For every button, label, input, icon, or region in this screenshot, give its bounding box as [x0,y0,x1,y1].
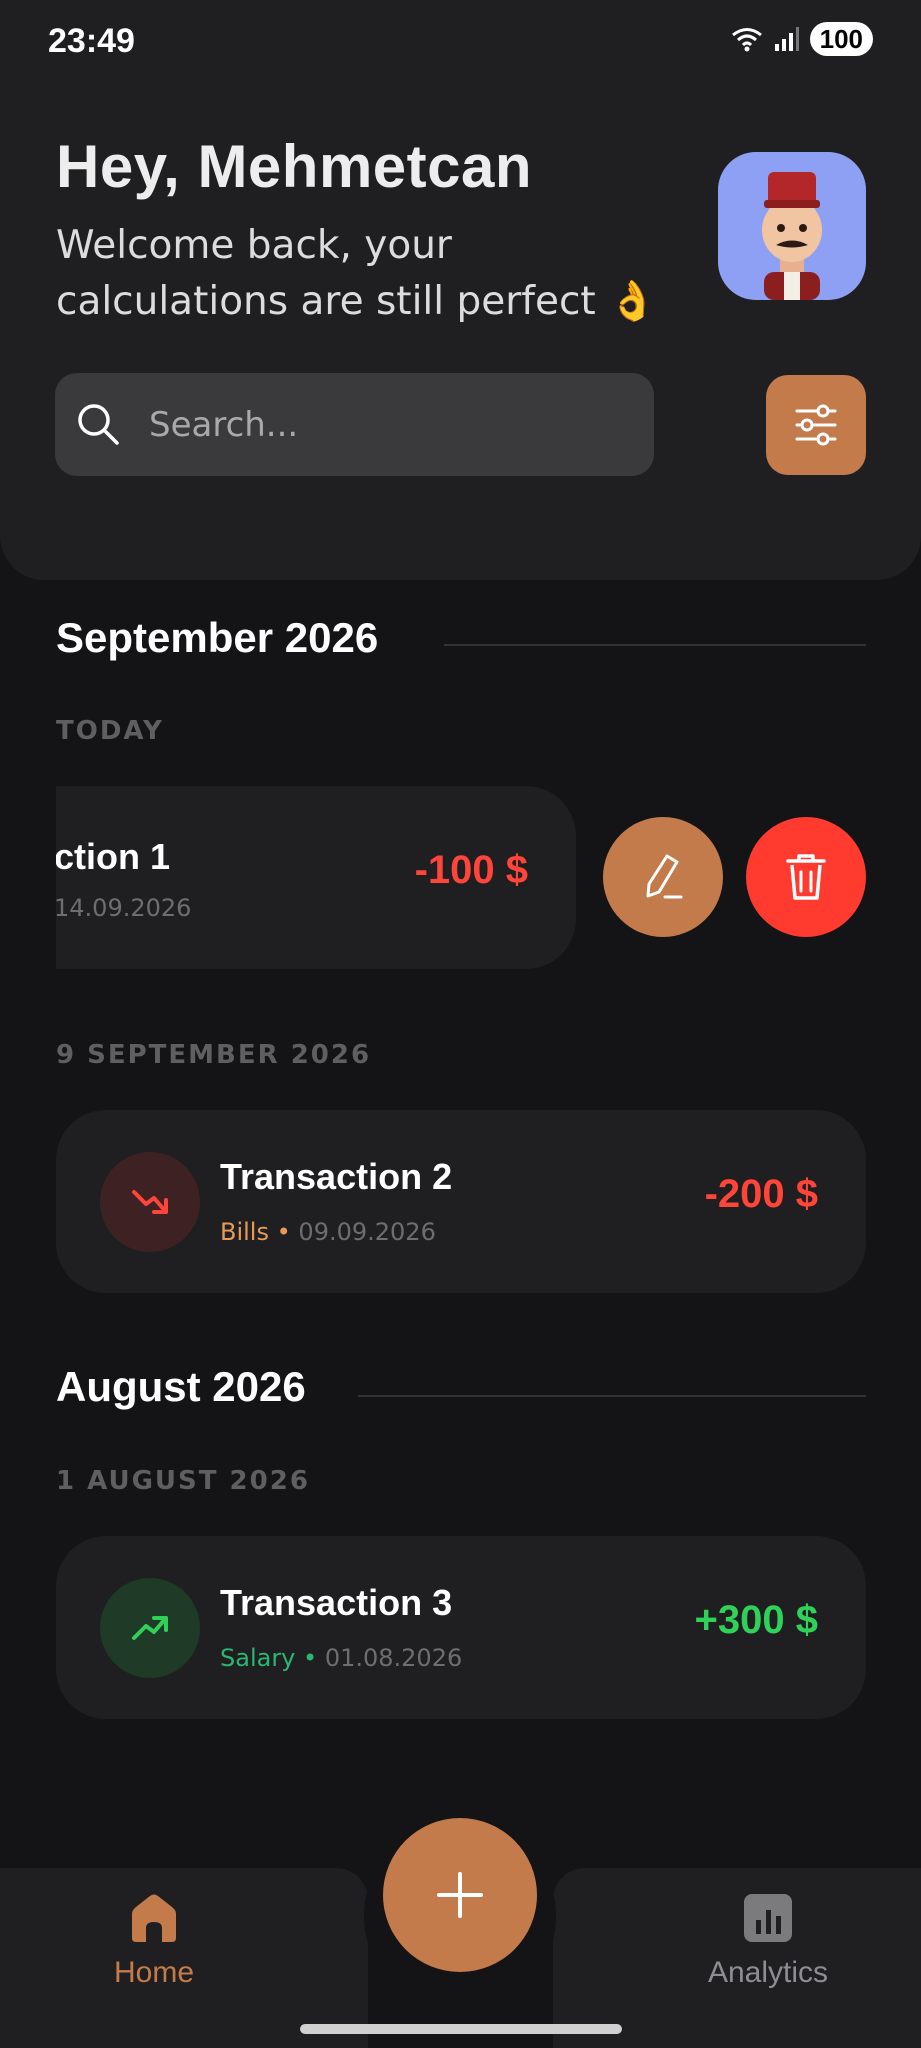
add-transaction-button[interactable] [383,1818,537,1972]
status-time: 23:49 [48,22,135,60]
transaction-card-3[interactable]: Transaction 3 Salary • 01.08.2026 +300 $ [56,1536,866,1719]
home-indicator [300,2024,622,2034]
edit-button[interactable] [603,817,723,937]
transaction-date: 14.09.2026 [56,894,192,922]
transaction-date: 09.09.2026 [298,1218,436,1246]
plus-icon [437,1872,483,1918]
meta-separator: • [276,1218,291,1246]
search-bar[interactable] [55,373,654,476]
month-header-september: September 2026 [56,614,379,661]
search-icon [78,404,119,445]
pencil-icon [646,854,683,899]
meta-separator: • [303,1644,318,1672]
avatar-illustration [762,172,822,300]
bar-chart-icon [744,1894,792,1942]
trash-icon [786,854,826,900]
transaction-meta: Salary • 01.08.2026 [220,1644,462,1672]
status-icons: 100 [730,22,873,56]
search-input[interactable] [147,399,631,451]
nav-item-home[interactable]: Home [70,1890,238,2000]
month-header-august: August 2026 [56,1363,306,1410]
transaction-category: Bills [220,1218,269,1246]
transaction-meta: Bills • 09.09.2026 [220,1218,436,1246]
transaction-title: ction 1 [56,836,171,877]
signal-icon [774,27,799,51]
day-label-1-august: 1 AUGUST 2026 [56,1466,310,1496]
nav-item-analytics[interactable]: Analytics [690,1890,846,2000]
day-label-9-september: 9 SEPTEMBER 2026 [56,1040,372,1070]
month-divider [444,644,866,646]
transaction-amount: -100 $ [414,848,528,892]
transaction-title: Transaction 2 [220,1156,453,1197]
transaction-date: 01.08.2026 [324,1644,463,1672]
battery-indicator: 100 [809,22,873,56]
avatar[interactable] [718,152,866,300]
day-label-today: TODAY [56,716,164,746]
home-icon [132,1894,176,1942]
transaction-amount: +300 $ [694,1598,818,1642]
trend-down-icon [132,1190,168,1214]
transaction-title: Transaction 3 [220,1582,453,1623]
nav-label-home: Home [113,1956,195,1989]
month-divider [358,1395,866,1397]
income-icon-circle [100,1578,200,1678]
transaction-card-2[interactable]: Transaction 2 Bills • 09.09.2026 -200 $ [56,1110,866,1293]
nav-label-analytics: Analytics [707,1956,829,1989]
greeting-title: Hey, Mehmetcan [56,133,533,200]
sliders-icon [795,404,837,446]
delete-button[interactable] [746,817,866,937]
trend-up-icon [132,1616,168,1640]
transaction-card-1[interactable]: ction 1 14.09.2026 -100 $ [56,786,576,969]
transaction-amount: -200 $ [704,1172,818,1216]
filter-button[interactable] [766,375,866,475]
welcome-message: Welcome back, your calculations are stil… [56,223,657,324]
transaction-category: Salary [220,1644,296,1672]
expense-icon-circle [100,1152,200,1252]
wifi-icon [731,28,762,52]
